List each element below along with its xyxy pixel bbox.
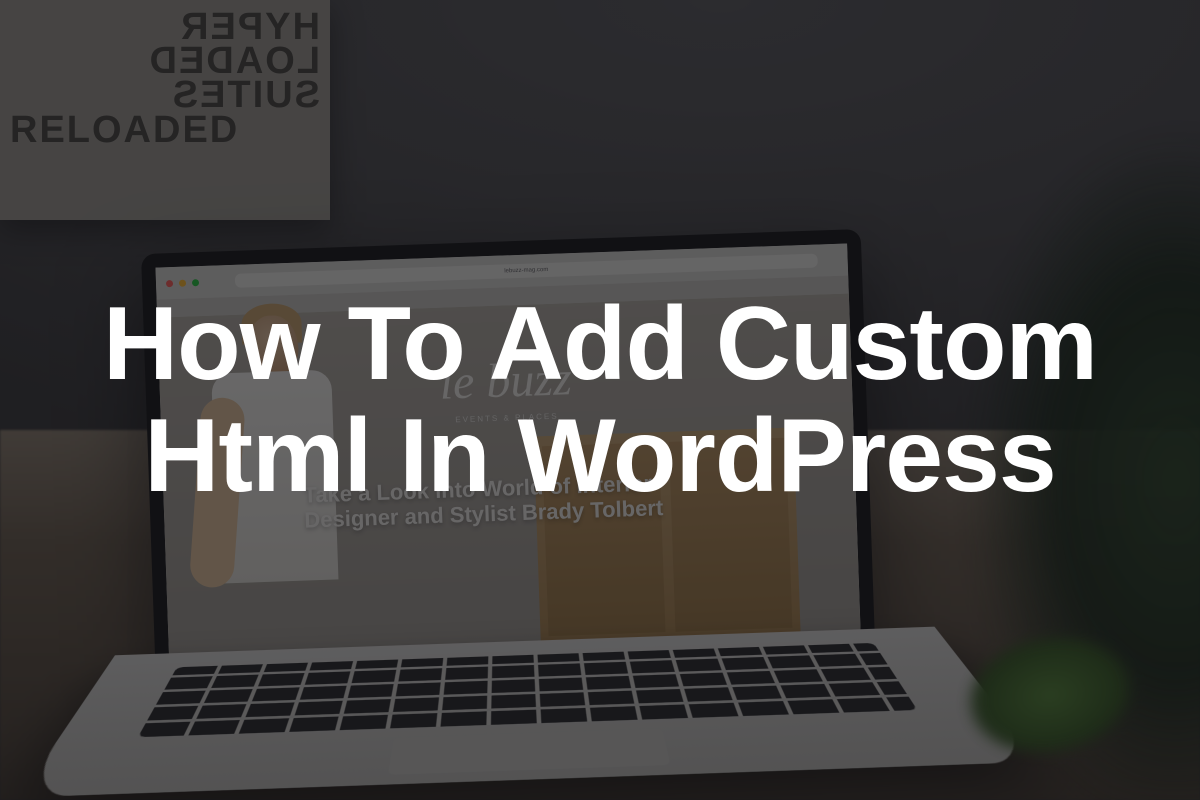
title-overlay: How To Add Custom Html In WordPress: [0, 0, 1200, 800]
page-title: How To Add Custom Html In WordPress: [40, 288, 1160, 513]
